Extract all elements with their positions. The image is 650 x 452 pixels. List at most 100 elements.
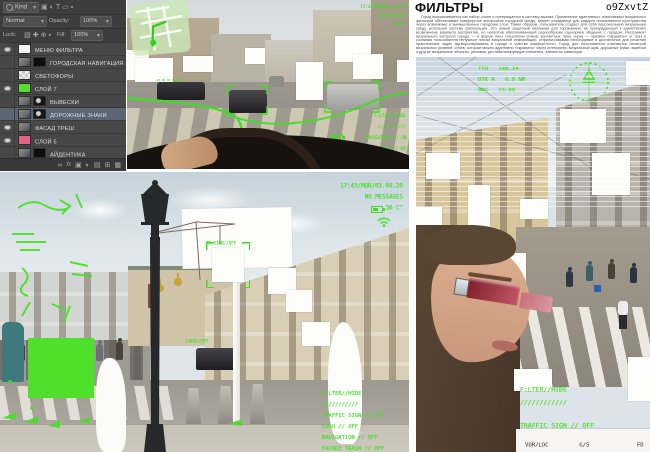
layer-thumbnail[interactable] (18, 122, 31, 132)
filter-slashes: //////////// (520, 400, 567, 406)
green-layer-patch (28, 338, 94, 398)
chevron-down-icon: ▾ (33, 4, 36, 11)
blend-opacity-bar: Normal ▾ Opacity: 100% ▾ (0, 15, 126, 29)
erased-sign (426, 153, 460, 179)
eye-icon (4, 138, 11, 143)
layer-thumbnail[interactable] (18, 135, 31, 145)
battery-icon (371, 206, 383, 213)
layers-filter-bar: Kind ▾ ▣ ◐ T ▭ ▪ (0, 0, 126, 15)
target-bracket-center-car (227, 86, 267, 116)
erased-sign (592, 153, 630, 195)
delete-layer-icon[interactable]: ▦ (114, 162, 121, 169)
visibility-toggle[interactable] (0, 121, 15, 133)
target-label: TR SIGN//OFF (206, 232, 257, 251)
eye-icon (4, 86, 11, 91)
lock-label: Lock: (3, 31, 16, 37)
page-title: ФИЛЬТРЫ (415, 0, 483, 15)
filter-slashes: /////////// (322, 402, 358, 407)
filter-header: F:LTER//HIDE (322, 391, 361, 396)
layer-thumbnail[interactable] (18, 57, 31, 67)
lock-position-icon[interactable]: ⊕ (41, 32, 47, 39)
hud-messages: NO MESSAGES (365, 194, 403, 200)
car-hud-status: 17:43/MON/03.08.20 NO MESSAGES 36 C° (330, 2, 406, 29)
hud-line: NAVIGATION // ON (364, 136, 406, 140)
ar-minimap (129, 0, 191, 56)
opacity-input[interactable]: 100% ▾ (80, 16, 111, 27)
visibility-toggle[interactable] (0, 95, 15, 107)
filters-article-panel: ФИЛЬТРЫ o9ZxvtZ Город воспринимается как… (412, 0, 650, 452)
filter-line: FACADE TRASH // OFF (322, 446, 384, 451)
collage-photo: TTO 148.14 DTK R 6.0 NM BRG 13:09 (416, 57, 650, 452)
filter-line: TRAFFIC SIGN // OFF (322, 413, 384, 418)
blend-mode-select[interactable]: Normal ▾ (3, 16, 47, 27)
adjustment-layer-icon[interactable]: ◐ (86, 162, 90, 169)
erased-sign (468, 185, 490, 229)
erased-sign (520, 199, 548, 219)
filter-pixel-layers-icon[interactable]: ▣ (41, 4, 48, 11)
target-bracket-right-car (325, 82, 379, 112)
layer-thumbnail[interactable] (18, 148, 31, 158)
fd-label: FD (636, 442, 643, 448)
glasses-lens-left (466, 278, 520, 306)
filter-type-layers-icon[interactable]: T (56, 4, 60, 11)
wifi-icon (377, 216, 391, 227)
layer-mask-icon[interactable]: ▣ (75, 162, 82, 169)
minimap-streets (129, 0, 191, 56)
hud-temperature: 36 C° (393, 23, 406, 27)
visibility-toggle[interactable] (0, 134, 15, 146)
link-layers-icon[interactable]: ∞ (57, 162, 62, 169)
layer-thumbnail[interactable] (18, 96, 31, 106)
fill-label: Fill: (57, 31, 66, 37)
layer-thumbnail[interactable] (18, 109, 31, 119)
filter-shape-layers-icon[interactable]: ▭ (62, 4, 69, 11)
kind-label: Kind (15, 3, 27, 10)
visibility-toggle[interactable] (0, 56, 15, 68)
green-graffiti-doodles (12, 194, 92, 322)
layer-group-icon[interactable]: ▤ (94, 162, 101, 169)
filter-line: NAVIGATION // OFF (322, 435, 378, 440)
layer-filter-kind-select[interactable]: Kind ▾ (3, 2, 39, 13)
hud-bottom-bar: VOR/LOC G/S FD (516, 429, 650, 452)
filter-adjustment-layers-icon[interactable]: ◐ (50, 4, 54, 11)
visibility-toggle[interactable] (0, 82, 15, 94)
eye-icon (4, 125, 11, 130)
street-ar-view: TR SIGN//OFF LOGO//OFF 17:43/MON/03.08.2… (0, 172, 409, 452)
article-paragraph: Город воспринимается как набор слоев и п… (416, 15, 646, 55)
gs-label: G/S (579, 442, 589, 448)
visibility-toggle[interactable] (0, 108, 15, 120)
erased-sign (628, 357, 650, 401)
lock-pixels-icon[interactable]: ✚ (33, 32, 39, 39)
layer-thumbnail[interactable] (18, 44, 31, 54)
vor-loc-label: VOR/LOC (525, 442, 549, 448)
project-code: o9ZxvtZ (606, 2, 648, 13)
filter-line: LOGO // OFF (322, 424, 358, 429)
chevron-down-icon: ▾ (106, 18, 109, 25)
visibility-toggle[interactable] (0, 43, 15, 55)
visibility-toggle[interactable] (0, 69, 15, 81)
driver-ar-view: 17:43/MON/03.08.20 NO MESSAGES 36 C° F:L… (127, 0, 409, 169)
new-layer-icon[interactable]: ⊞ (105, 162, 111, 169)
glasses-lens-right (519, 292, 553, 313)
layer-effects-icon[interactable]: fx (66, 162, 71, 169)
street-lamp (141, 180, 169, 452)
layer-thumbnail[interactable] (18, 83, 31, 93)
blend-mode-value: Normal (6, 17, 25, 23)
photoshop-layers-panel: Kind ▾ ▣ ◐ T ▭ ▪ Normal ▾ Opacity: 100% … (0, 0, 126, 171)
woman-hair-top (424, 225, 516, 265)
layer-thumbnail[interactable] (18, 70, 31, 80)
filter-header: F:LTER//HIDE (520, 387, 567, 393)
hud-clock: 17:43/MON/03.08.20 (360, 5, 406, 9)
lock-all-icon[interactable]: ▪ (49, 32, 51, 39)
eye-icon (4, 47, 11, 52)
layer-mask-thumbnail[interactable] (33, 96, 46, 106)
lock-transparency-icon[interactable]: ▨ (24, 32, 31, 39)
filter-smart-objects-icon[interactable]: ▪ (71, 4, 73, 11)
layers-list: МЕНЮ ФИЛЬТРА ГОРОДСКАЯ НАВИГАЦИЯ СВЕТОФО… (0, 43, 126, 171)
search-icon (6, 4, 13, 11)
opacity-value: 100% (83, 17, 97, 23)
hud-clock: 17:43/MON/03.08.20 (341, 183, 403, 189)
portfolio-sheet: Kind ▾ ▣ ◐ T ▭ ▪ Normal ▾ Opacity: 100% … (0, 0, 650, 452)
hud-messages: NO MESSAGES (378, 14, 406, 18)
street-filter-panel: F:LTER//HIDE /////////// TRAFFIC SIGN //… (322, 388, 409, 452)
construction-crane (150, 222, 235, 280)
